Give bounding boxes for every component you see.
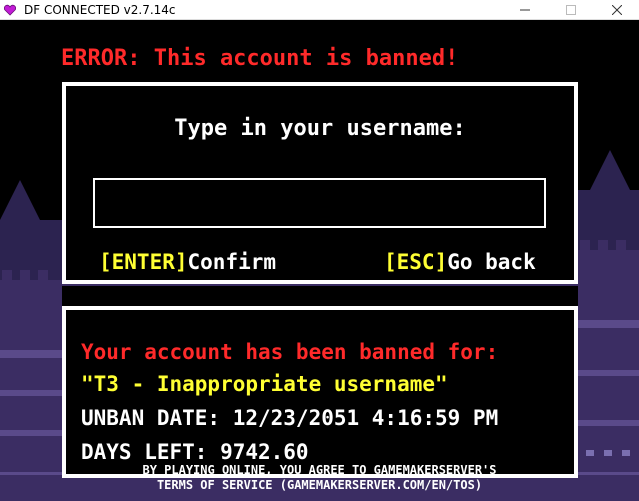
unban-date: UNBAN DATE: 12/23/2051 4:16:59 PM [81,406,499,430]
window-titlebar[interactable]: DF CONNECTED v2.7.14c [0,0,639,20]
username-input[interactable] [93,178,546,228]
ban-reason: "T3 - Inappropriate username" [81,372,448,396]
minimize-icon [520,9,530,11]
terms-of-service-notice: BY PLAYING ONLINE, YOU AGREE TO GAMEMAKE… [0,463,639,493]
username-dialog: Type in your username: [ENTER]Confirm [E… [62,82,578,284]
go-back-label: Go back [447,250,536,274]
enter-key-label: [ENTER] [99,250,188,274]
window-title: DF CONNECTED v2.7.14c [24,3,176,17]
maximize-button[interactable] [549,0,593,20]
close-icon [612,5,622,15]
error-title: ERROR: This account is banned! [61,46,459,71]
username-prompt: Type in your username: [174,116,466,141]
esc-key-label: [ESC] [384,250,448,274]
heart-icon [4,4,16,16]
tos-line-1: BY PLAYING ONLINE, YOU AGREE TO GAMEMAKE… [142,463,497,477]
minimize-button[interactable] [503,0,547,20]
tos-line-2: TERMS OF SERVICE (GAMEMAKERSERVER.COM/EN… [156,478,483,492]
close-button[interactable] [595,0,639,20]
go-back-action[interactable]: [ESC]Go back [384,250,536,274]
game-canvas: ERROR: This account is banned! Type in y… [0,20,639,501]
ban-info-panel: Your account has been banned for: "T3 - … [62,306,578,478]
days-left: DAYS LEFT: 9742.60 [81,440,309,464]
confirm-label: Confirm [187,250,277,274]
maximize-icon [566,5,576,15]
confirm-action[interactable]: [ENTER]Confirm [99,250,276,274]
ban-heading: Your account has been banned for: [81,340,499,364]
